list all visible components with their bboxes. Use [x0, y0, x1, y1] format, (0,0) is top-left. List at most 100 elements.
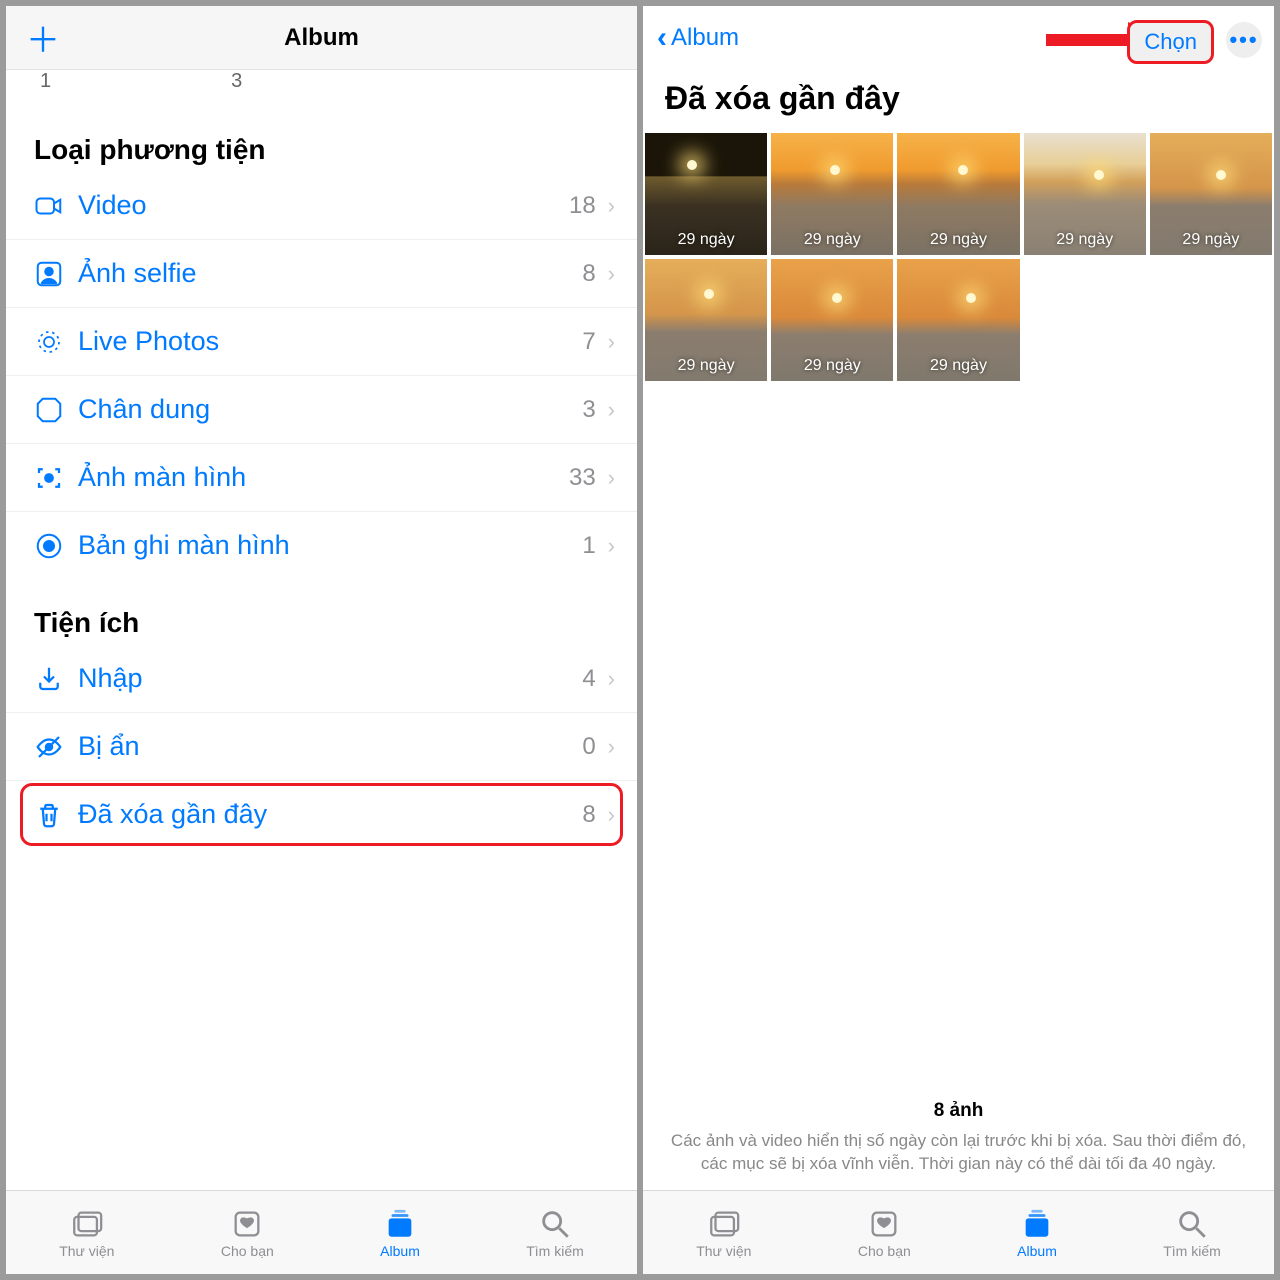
tab-library[interactable]: Thư viện [59, 1207, 114, 1259]
footer-info: 8 ảnh Các ảnh và video hiển thị số ngày … [643, 1098, 1274, 1190]
tab-label: Album [1017, 1243, 1057, 1259]
row-label: Đã xóa gần đây [78, 799, 582, 830]
count-a: 1 [40, 70, 51, 93]
row-screen-recordings[interactable]: Bản ghi màn hình 1 › [6, 512, 637, 579]
row-count: 18 [569, 192, 596, 220]
live-photos-icon [34, 327, 78, 357]
row-label: Live Photos [78, 326, 582, 357]
row-import[interactable]: Nhập 4 › [6, 645, 637, 713]
tab-for-you[interactable]: Cho bạn [858, 1207, 911, 1259]
ellipsis-icon: ••• [1229, 27, 1258, 53]
album-icon [383, 1207, 417, 1241]
row-count: 8 [582, 801, 595, 829]
section-utilities: Tiện ích [6, 579, 637, 645]
page-title: Đã xóa gần đây [643, 70, 1274, 133]
search-icon [538, 1207, 572, 1241]
photo-count: 8 ảnh [663, 1098, 1254, 1124]
row-label: Bị ẩn [78, 731, 582, 762]
row-hidden[interactable]: Bị ẩn 0 › [6, 713, 637, 781]
photo-thumb[interactable]: 29 ngày [1150, 133, 1272, 255]
chevron-right-icon: › [608, 802, 615, 828]
chevron-right-icon: › [608, 397, 615, 423]
tab-album[interactable]: Album [1017, 1207, 1057, 1259]
chevron-right-icon: › [608, 734, 615, 760]
row-label: Video [78, 190, 569, 221]
chevron-right-icon: › [608, 329, 615, 355]
row-portrait[interactable]: Chân dung 3 › [6, 376, 637, 444]
photo-thumb[interactable]: 29 ngày [897, 133, 1019, 255]
trash-icon [34, 800, 78, 830]
tab-label: Thư viện [696, 1243, 751, 1259]
album-count-row: 1 3 [6, 70, 637, 106]
library-icon [70, 1207, 104, 1241]
tab-album[interactable]: Album [380, 1207, 420, 1259]
selfie-icon [34, 259, 78, 289]
navbar: ‹ Album Chọn ••• [643, 6, 1274, 70]
photo-thumb[interactable]: 29 ngày [645, 259, 767, 381]
tab-label: Thư viện [59, 1243, 114, 1259]
tab-search[interactable]: Tìm kiếm [526, 1207, 584, 1259]
chevron-right-icon: › [608, 193, 615, 219]
video-icon [34, 191, 78, 221]
chevron-right-icon: › [608, 465, 615, 491]
row-live-photos[interactable]: Live Photos 7 › [6, 308, 637, 376]
tab-library[interactable]: Thư viện [696, 1207, 751, 1259]
row-screenshots[interactable]: Ảnh màn hình 33 › [6, 444, 637, 512]
row-label: Ảnh selfie [78, 258, 582, 289]
section-media-types: Loại phương tiện [6, 106, 637, 172]
tab-for-you[interactable]: Cho bạn [221, 1207, 274, 1259]
photo-thumb[interactable]: 29 ngày [897, 259, 1019, 381]
count-b: 3 [231, 70, 242, 93]
row-count: 0 [582, 733, 595, 761]
back-label: Album [671, 24, 739, 52]
chevron-right-icon: › [608, 666, 615, 692]
add-button[interactable]: ＋ [26, 13, 60, 62]
record-icon [34, 531, 78, 561]
photo-thumb[interactable]: 29 ngày [771, 259, 893, 381]
portrait-icon [34, 395, 78, 425]
tab-label: Cho bạn [221, 1243, 274, 1259]
row-label: Ảnh màn hình [78, 462, 569, 493]
album-icon [1020, 1207, 1054, 1241]
row-label: Bản ghi màn hình [78, 530, 582, 561]
back-button[interactable]: ‹ Album [657, 21, 739, 55]
row-recently-deleted[interactable]: Đã xóa gần đây 8 › [6, 781, 637, 848]
row-selfie[interactable]: Ảnh selfie 8 › [6, 240, 637, 308]
tab-label: Tìm kiếm [526, 1243, 584, 1259]
hidden-icon [34, 732, 78, 762]
row-count: 4 [582, 665, 595, 693]
row-label: Chân dung [78, 394, 582, 425]
photo-grid: 29 ngày 29 ngày 29 ngày 29 ngày 29 ngày … [643, 133, 1274, 381]
for-you-icon [230, 1207, 264, 1241]
row-label: Nhập [78, 663, 582, 694]
row-video[interactable]: Video 18 › [6, 172, 637, 240]
tab-label: Cho bạn [858, 1243, 911, 1259]
select-button[interactable]: Chọn [1127, 20, 1214, 64]
screenshot-icon [34, 463, 78, 493]
tab-label: Tìm kiếm [1163, 1243, 1221, 1259]
tab-search[interactable]: Tìm kiếm [1163, 1207, 1221, 1259]
row-count: 1 [582, 532, 595, 560]
navbar: ＋ Album [6, 6, 637, 70]
chevron-right-icon: › [608, 533, 615, 559]
row-count: 7 [582, 328, 595, 356]
navbar-title: Album [284, 24, 359, 52]
for-you-icon [867, 1207, 901, 1241]
tab-label: Album [380, 1243, 420, 1259]
left-phone: ＋ Album 1 3 Loại phương tiện Video 18 › … [6, 6, 637, 1274]
library-icon [707, 1207, 741, 1241]
row-count: 8 [582, 260, 595, 288]
photo-thumb[interactable]: 29 ngày [771, 133, 893, 255]
album-list: 1 3 Loại phương tiện Video 18 › Ảnh self… [6, 70, 637, 1190]
chevron-left-icon: ‹ [657, 21, 667, 55]
import-icon [34, 664, 78, 694]
more-button[interactable]: ••• [1226, 22, 1262, 58]
tab-bar: Thư viện Cho bạn Album Tìm kiếm [643, 1190, 1274, 1274]
tab-bar: Thư viện Cho bạn Album Tìm kiếm [6, 1190, 637, 1274]
row-count: 33 [569, 464, 596, 492]
footer-text: Các ảnh và video hiển thị số ngày còn lạ… [671, 1131, 1246, 1173]
photo-thumb[interactable]: 29 ngày [1024, 133, 1146, 255]
right-phone: ‹ Album Chọn ••• Đã xóa gần đây 29 ngày … [643, 6, 1274, 1274]
photo-thumb[interactable]: 29 ngày [645, 133, 767, 255]
search-icon [1175, 1207, 1209, 1241]
